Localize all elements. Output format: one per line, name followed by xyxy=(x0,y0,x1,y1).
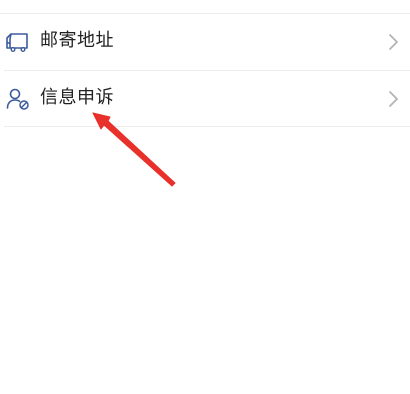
screen: 邮寄地址 信息申诉 xyxy=(0,0,410,394)
chevron-right-icon xyxy=(386,32,400,52)
menu-item-information-appeal[interactable]: 信息申诉 xyxy=(0,71,410,127)
menu-item-mailing-address[interactable]: 邮寄地址 xyxy=(0,14,410,70)
menu-item-label: 信息申诉 xyxy=(40,87,114,108)
mail-truck-icon xyxy=(5,30,31,54)
user-block-icon xyxy=(5,87,31,111)
menu-item-label: 邮寄地址 xyxy=(40,30,114,51)
divider xyxy=(4,126,410,127)
chevron-right-icon xyxy=(386,89,400,109)
